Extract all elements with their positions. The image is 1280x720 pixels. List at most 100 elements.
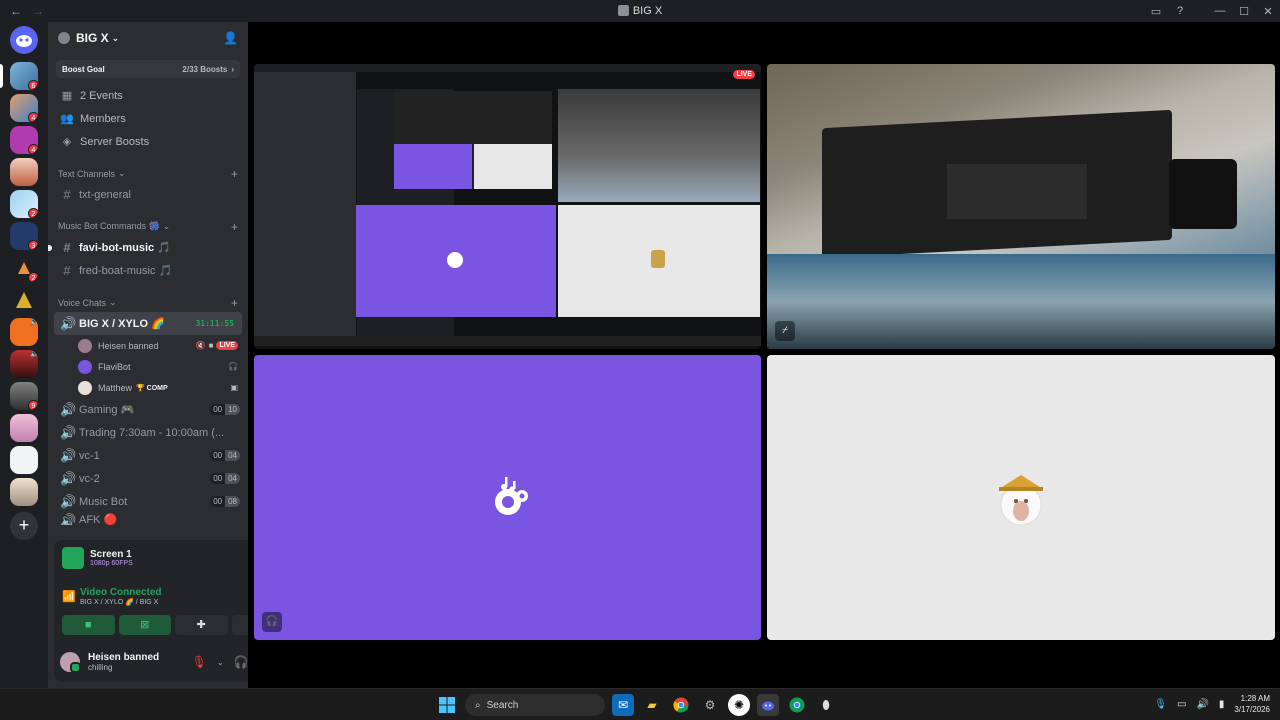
- voice-member[interactable]: Heisen banned 🔇 ■ LIVE: [48, 335, 248, 356]
- chrome-profile-icon[interactable]: [786, 694, 808, 716]
- chevron-down-icon[interactable]: ⌄: [217, 658, 224, 667]
- guild-name: BIG X: [76, 31, 109, 45]
- server-rail: 6 4 4 2 3 2 🔊 🔊 9 +: [0, 22, 48, 688]
- server-icon[interactable]: 2: [10, 190, 38, 218]
- volume-icon[interactable]: 🔊: [1196, 699, 1208, 710]
- category-voice-chats[interactable]: Voice Chats ⌄ +: [48, 282, 248, 312]
- taskbar-apps: ⌕ Search ✉ ▰ ⚙ ✺ ⬮: [436, 694, 837, 716]
- category-text-channels[interactable]: Text Channels ⌄ +: [48, 153, 248, 183]
- avatar: [78, 380, 92, 395]
- category-label: Voice Chats: [58, 298, 107, 308]
- bot-participant-tile[interactable]: 🎧: [254, 355, 761, 640]
- voice-channel-music-bot[interactable]: 🔊 Music Bot 00 08: [48, 490, 248, 513]
- server-icon[interactable]: 4: [10, 126, 38, 154]
- events-item[interactable]: ▦ 2 Events: [48, 84, 248, 107]
- activity-icon: ▣: [230, 383, 238, 392]
- avatar[interactable]: [60, 652, 81, 673]
- participant-tile[interactable]: [767, 355, 1275, 640]
- server-icon[interactable]: 🔊: [10, 318, 38, 346]
- add-server-button[interactable]: +: [10, 512, 38, 540]
- server-icon[interactable]: 🔊: [10, 350, 38, 378]
- user-limit: 00 10: [210, 404, 240, 415]
- voice-location[interactable]: BIG X / XYLO 🌈 / BIG X: [80, 598, 162, 606]
- camera-tile[interactable]: ⌿: [767, 64, 1275, 349]
- chrome-icon[interactable]: [670, 694, 692, 716]
- server-icon[interactable]: 6: [10, 62, 38, 90]
- voice-member[interactable]: FlaviBot 🎧: [48, 356, 248, 377]
- microphone-icon[interactable]: 🎙: [1154, 699, 1167, 710]
- forward-arrow-icon[interactable]: →: [32, 4, 44, 18]
- server-icon[interactable]: 9: [10, 382, 38, 410]
- channel-txt-general[interactable]: # txt-general: [48, 183, 248, 206]
- channel-label: fred-boat-music 🎵: [79, 265, 173, 277]
- display-icon[interactable]: ▭: [1177, 699, 1186, 710]
- voice-channel-active[interactable]: 🔊 BIG X / XYLO 🌈 31:11:55: [54, 312, 242, 335]
- member-name: Matthew: [98, 382, 133, 393]
- screen-share-tile[interactable]: LIVE: [254, 64, 761, 349]
- voice-member[interactable]: Matthew 🏆 COMP ▣: [48, 377, 248, 398]
- voice-channel-afk[interactable]: 🔊 AFK 🔴: [48, 513, 248, 525]
- boost-progress: 2/33 Boosts: [182, 64, 228, 74]
- events-label: 2 Events: [80, 89, 123, 102]
- member-name: Heisen banned: [98, 340, 159, 351]
- voice-status[interactable]: Video Connected: [80, 587, 162, 598]
- user-limit-value: 04: [225, 473, 240, 484]
- inbox-icon[interactable]: ▭: [1144, 5, 1168, 18]
- channel-fred-boat-music[interactable]: # fred-boat-music 🎵: [48, 259, 248, 282]
- user-limit-value: 10: [225, 404, 240, 415]
- settings-gear-icon[interactable]: ⚙: [699, 694, 721, 716]
- camera-button[interactable]: ■: [62, 615, 115, 635]
- start-button[interactable]: [436, 694, 458, 716]
- headphones-icon[interactable]: 🎧: [234, 655, 249, 669]
- server-icon[interactable]: [10, 158, 38, 186]
- members-item[interactable]: 👥 Members: [48, 107, 248, 130]
- chatgpt-icon[interactable]: ✺: [728, 694, 750, 716]
- server-icon[interactable]: [10, 478, 38, 506]
- voice-channel-vc-2[interactable]: 🔊 vc-2 00 04: [48, 467, 248, 490]
- voice-channel-vc-1[interactable]: 🔊 vc-1 00 04: [48, 444, 248, 467]
- live-badge: LIVE: [733, 70, 755, 79]
- add-channel-icon[interactable]: +: [231, 221, 238, 233]
- back-arrow-icon[interactable]: ←: [10, 4, 22, 18]
- screen-share-button[interactable]: ⊠: [118, 615, 171, 635]
- server-icon[interactable]: [10, 446, 38, 474]
- minimize-button[interactable]: —: [1208, 5, 1232, 17]
- server-icon[interactable]: [10, 286, 38, 314]
- voice-channel-gaming[interactable]: 🔊 Gaming 🎮 00 10: [48, 398, 248, 421]
- user-limit-value: 04: [225, 450, 240, 461]
- server-icon[interactable]: [10, 414, 38, 442]
- server-icon[interactable]: 3: [10, 222, 38, 250]
- maximize-button[interactable]: ☐: [1232, 5, 1256, 18]
- activities-button[interactable]: ✚: [175, 615, 228, 635]
- guild-header[interactable]: BIG X ⌄ 👤: [48, 22, 248, 54]
- category-music-bot[interactable]: Music Bot Commands 🎆 ⌄ +: [48, 206, 248, 236]
- channel-favi-bot-music[interactable]: # favi-bot-music 🎵: [48, 236, 248, 259]
- channel-label: Trading 7:30am - 10:00am (...: [79, 426, 225, 439]
- close-button[interactable]: ✕: [1256, 5, 1280, 18]
- clock[interactable]: 1:28 AM 3/17/2026: [1234, 693, 1270, 715]
- mic-muted-icon[interactable]: 🎙: [192, 655, 207, 669]
- add-channel-icon[interactable]: +: [231, 297, 238, 309]
- taskbar-search[interactable]: ⌕ Search: [465, 694, 605, 716]
- file-explorer-icon[interactable]: ▰: [641, 694, 663, 716]
- outlook-icon[interactable]: ✉: [612, 694, 634, 716]
- boost-goal[interactable]: Boost Goal 2/33 Boosts ›: [56, 60, 240, 78]
- help-icon[interactable]: ?: [1168, 5, 1192, 17]
- guild-icon: [58, 32, 70, 44]
- avatar: [78, 338, 92, 353]
- server-boosts-item[interactable]: ◈ Server Boosts: [48, 130, 248, 153]
- server-icon[interactable]: 4: [10, 94, 38, 122]
- battery-icon[interactable]: ▮: [1219, 699, 1225, 710]
- user-name[interactable]: Heisen banned: [88, 652, 159, 663]
- invite-people-icon[interactable]: 👤: [223, 31, 238, 45]
- discord-icon[interactable]: [757, 694, 779, 716]
- members-label: Members: [80, 112, 126, 125]
- search-label: Search: [486, 699, 519, 711]
- stream-thumbnail: [62, 547, 84, 569]
- home-button[interactable]: [10, 26, 38, 54]
- server-icon[interactable]: 2: [10, 254, 38, 282]
- calendar-icon: ▦: [61, 90, 73, 102]
- voice-channel-trading[interactable]: 🔊 Trading 7:30am - 10:00am (...: [48, 421, 248, 444]
- mouse-app-icon[interactable]: ⬮: [815, 694, 837, 716]
- add-channel-icon[interactable]: +: [231, 168, 238, 180]
